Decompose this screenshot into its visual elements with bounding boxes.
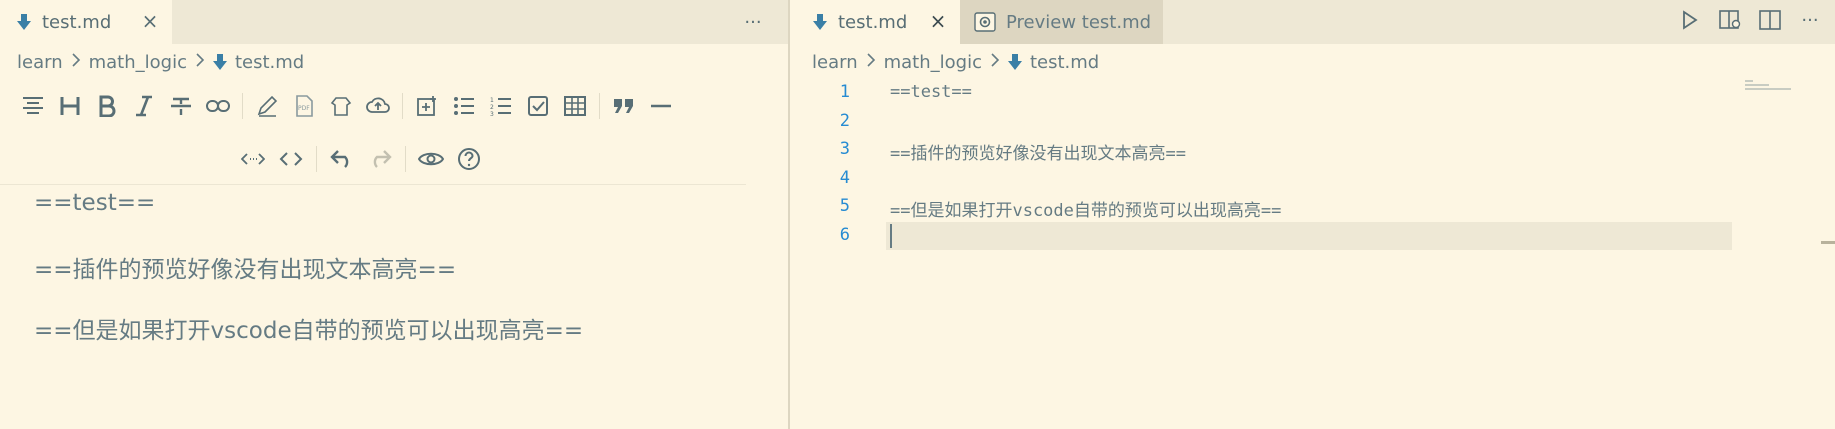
left-tab-bar: test.md × ··· xyxy=(0,0,788,44)
vertical-scrollbar[interactable] xyxy=(1821,44,1835,429)
chevron-right-icon xyxy=(866,53,876,71)
add-block-icon[interactable] xyxy=(414,93,440,119)
text-cursor xyxy=(890,224,892,248)
bold-icon[interactable] xyxy=(94,93,120,119)
chevron-right-icon xyxy=(71,53,81,71)
svg-text:3: 3 xyxy=(490,111,494,116)
markdown-file-icon xyxy=(212,54,227,70)
format-toolbar: PDF 123 xyxy=(20,93,674,119)
undo-icon[interactable] xyxy=(329,146,355,172)
pdf-icon[interactable]: PDF xyxy=(291,93,317,119)
toolbar-divider xyxy=(402,93,403,119)
breadcrumb-learn[interactable]: learn xyxy=(17,52,63,73)
toolbar-divider xyxy=(599,93,600,119)
run-icon[interactable] xyxy=(1678,8,1702,32)
code-line[interactable]: ==插件的预览好像没有出现文本高亮== xyxy=(890,139,1186,164)
close-icon[interactable]: × xyxy=(928,9,948,33)
tab-label: test.md xyxy=(838,11,908,33)
link-icon[interactable] xyxy=(205,93,231,119)
eye-icon[interactable] xyxy=(418,146,444,172)
edit-icon[interactable] xyxy=(254,93,280,119)
markdown-file-icon xyxy=(1007,54,1022,70)
align-icon[interactable] xyxy=(20,93,46,119)
code-block-icon[interactable] xyxy=(278,146,304,172)
redo-icon[interactable] xyxy=(367,146,393,172)
chevron-right-icon xyxy=(195,53,205,71)
code-line[interactable]: ==但是如果打开vscode自带的预览可以出现高亮== xyxy=(890,196,1281,221)
line-number: 2 xyxy=(839,111,850,131)
split-editor-icon[interactable] xyxy=(1758,8,1782,32)
preview-paragraph: ==test== xyxy=(34,190,156,216)
markdown-file-icon xyxy=(812,13,828,31)
horizontal-rule-icon[interactable] xyxy=(648,93,674,119)
tab-test-md[interactable]: test.md × xyxy=(0,0,172,44)
svg-text:2: 2 xyxy=(490,104,494,111)
preview-paragraph: ==插件的预览好像没有出现文本高亮== xyxy=(34,257,457,283)
toolbar-divider xyxy=(242,93,243,119)
line-number: 6 xyxy=(839,225,850,245)
toolbar-bottom-border xyxy=(0,184,746,185)
toolbar-divider xyxy=(405,146,406,172)
breadcrumb-math-logic[interactable]: math_logic xyxy=(89,52,187,73)
breadcrumb: learn math_logic test.md xyxy=(790,44,1099,80)
table-icon[interactable] xyxy=(562,93,588,119)
svg-text:1: 1 xyxy=(490,97,494,104)
line-number: 1 xyxy=(839,82,850,102)
close-icon[interactable]: × xyxy=(140,9,160,33)
format-toolbar-row2 xyxy=(240,146,482,172)
code-inline-icon[interactable] xyxy=(240,146,266,172)
current-line-highlight xyxy=(886,222,1732,250)
strikethrough-icon[interactable] xyxy=(168,93,194,119)
more-actions-icon[interactable]: ··· xyxy=(740,9,766,35)
chevron-right-icon xyxy=(990,53,1000,71)
markdown-file-icon xyxy=(16,13,32,31)
code-editor-pane: test.md × Preview test.md ··· learn math… xyxy=(790,0,1835,429)
minimap[interactable] xyxy=(1745,78,1791,92)
help-icon[interactable] xyxy=(456,146,482,172)
svg-text:PDF: PDF xyxy=(298,105,310,112)
breadcrumb-learn[interactable]: learn xyxy=(812,52,858,73)
tab-test-md[interactable]: test.md × xyxy=(790,0,960,44)
numbered-list-icon[interactable]: 123 xyxy=(488,93,514,119)
tab-label: Preview test.md xyxy=(1006,11,1152,33)
theme-icon[interactable] xyxy=(328,93,354,119)
right-tab-bar: test.md × Preview test.md ··· xyxy=(790,0,1835,44)
italic-icon[interactable] xyxy=(131,93,157,119)
code-line[interactable]: ==test== xyxy=(890,82,972,102)
more-actions-icon[interactable]: ··· xyxy=(1798,8,1822,32)
bullet-list-icon[interactable] xyxy=(451,93,477,119)
heading-icon[interactable] xyxy=(57,93,83,119)
breadcrumb-file[interactable]: test.md xyxy=(235,52,304,73)
toolbar-divider xyxy=(316,146,317,172)
open-preview-side-icon[interactable] xyxy=(1718,8,1742,32)
preview-icon xyxy=(974,12,996,32)
line-number: 5 xyxy=(839,196,850,216)
cloud-upload-icon[interactable] xyxy=(365,93,391,119)
breadcrumb-math-logic[interactable]: math_logic xyxy=(884,52,982,73)
quote-icon[interactable] xyxy=(611,93,637,119)
breadcrumb-file[interactable]: test.md xyxy=(1030,52,1099,73)
vscode-window: test.md × ··· learn math_logic test.md P… xyxy=(0,0,1835,429)
line-number: 3 xyxy=(839,139,850,159)
tab-label: test.md xyxy=(42,11,112,33)
tab-preview[interactable]: Preview test.md xyxy=(960,0,1163,44)
preview-paragraph: ==但是如果打开vscode自带的预览可以出现高亮== xyxy=(34,318,584,344)
line-number: 4 xyxy=(839,168,850,188)
breadcrumb: learn math_logic test.md xyxy=(0,44,304,80)
checkbox-icon[interactable] xyxy=(525,93,551,119)
markdown-editor-pane: test.md × ··· learn math_logic test.md P… xyxy=(0,0,788,429)
scrollbar-thumb[interactable] xyxy=(1821,241,1835,244)
